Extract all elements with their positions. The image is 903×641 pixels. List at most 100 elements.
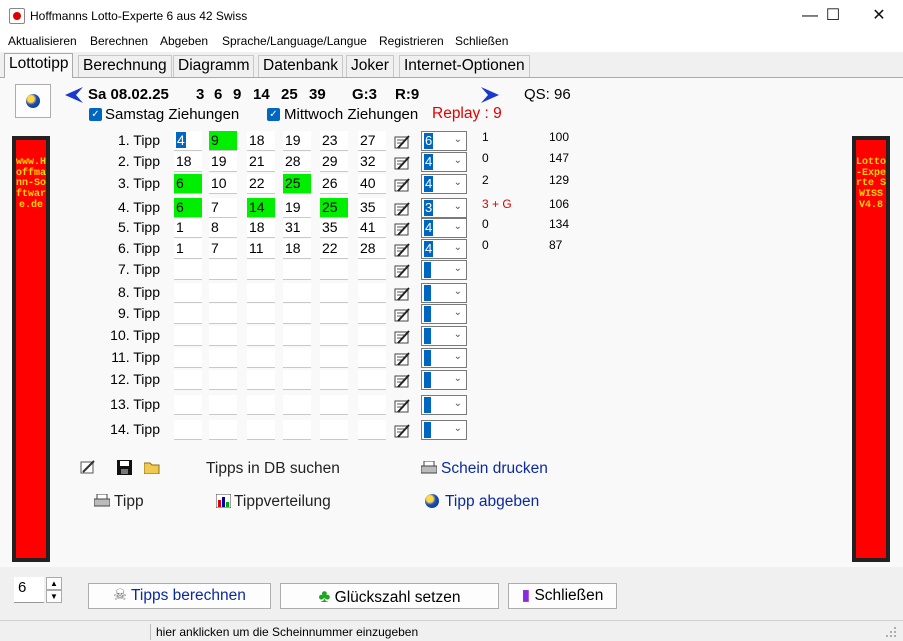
tip-number-cell[interactable]: 28 bbox=[358, 239, 386, 259]
tip-number-cell[interactable]: 35 bbox=[320, 218, 348, 238]
ticket-icon[interactable] bbox=[394, 398, 410, 414]
tip-number-cell[interactable]: 19 bbox=[283, 131, 311, 151]
tip-number-cell[interactable]: 4 bbox=[174, 131, 202, 151]
open-folder-icon[interactable] bbox=[144, 461, 160, 474]
ticket-icon[interactable] bbox=[394, 329, 410, 345]
tip-number-cell[interactable]: 22 bbox=[320, 239, 348, 259]
tip-number-cell[interactable]: 10 bbox=[209, 174, 237, 194]
tip-count-stepper[interactable]: 6 ▲ ▼ bbox=[14, 577, 62, 603]
mittwoch-checkbox[interactable]: ✓ bbox=[267, 108, 280, 121]
tip-number-cell[interactable]: 41 bbox=[358, 218, 386, 238]
tip-number-cell[interactable] bbox=[174, 348, 202, 368]
tipp-abgeben-link[interactable]: Tipp abgeben bbox=[445, 493, 539, 511]
ticket-icon[interactable] bbox=[394, 373, 410, 389]
ticket-icon[interactable] bbox=[394, 242, 410, 258]
tip-weight-dropdown[interactable]: ⌄ bbox=[421, 348, 467, 368]
ticket-icon[interactable] bbox=[394, 351, 410, 367]
tip-number-cell[interactable] bbox=[283, 348, 311, 368]
tip-number-cell[interactable]: 7 bbox=[209, 198, 237, 218]
menu-abgeben[interactable]: Abgeben bbox=[160, 34, 208, 48]
globe-button[interactable] bbox=[15, 84, 51, 118]
tip-number-cell[interactable] bbox=[358, 420, 386, 440]
tip-number-cell[interactable]: 18 bbox=[283, 239, 311, 259]
tip-number-cell[interactable]: 23 bbox=[320, 131, 348, 151]
ticket-icon[interactable] bbox=[394, 201, 410, 217]
tip-number-cell[interactable] bbox=[174, 326, 202, 346]
tip-number-cell[interactable]: 8 bbox=[209, 218, 237, 238]
tip-number-cell[interactable] bbox=[283, 370, 311, 390]
tip-number-cell[interactable]: 21 bbox=[247, 152, 275, 172]
tip-number-cell[interactable]: 25 bbox=[283, 174, 311, 194]
tab-berechnung[interactable]: Berechnung bbox=[78, 55, 172, 77]
samstag-checkbox[interactable]: ✓ bbox=[89, 108, 102, 121]
tip-number-cell[interactable] bbox=[358, 348, 386, 368]
tip-number-cell[interactable]: 1 bbox=[174, 239, 202, 259]
menu-aktualisieren[interactable]: Aktualisieren bbox=[8, 34, 77, 48]
ticket-icon[interactable] bbox=[394, 221, 410, 237]
tip-weight-dropdown[interactable]: 3 ⌄ bbox=[421, 198, 467, 218]
tip-number-cell[interactable] bbox=[247, 420, 275, 440]
tip-number-cell[interactable] bbox=[283, 420, 311, 440]
tip-number-cell[interactable]: 19 bbox=[209, 152, 237, 172]
ticket-icon[interactable] bbox=[394, 286, 410, 302]
ticket-icon[interactable] bbox=[394, 423, 410, 439]
tip-number-cell[interactable]: 32 bbox=[358, 152, 386, 172]
set-lucky-number-button[interactable]: ♣ Glückszahl setzen bbox=[280, 583, 499, 609]
tip-number-cell[interactable] bbox=[209, 395, 237, 415]
tip-weight-dropdown[interactable]: 4 ⌄ bbox=[421, 218, 467, 238]
tip-number-cell[interactable] bbox=[247, 370, 275, 390]
tip-number-cell[interactable]: 7 bbox=[209, 239, 237, 259]
tip-number-cell[interactable]: 31 bbox=[283, 218, 311, 238]
tip-number-cell[interactable]: 14 bbox=[247, 198, 275, 218]
tip-number-cell[interactable] bbox=[283, 395, 311, 415]
tab-diagramm[interactable]: Diagramm bbox=[173, 55, 255, 77]
tip-number-cell[interactable] bbox=[174, 260, 202, 280]
tip-number-cell[interactable] bbox=[358, 260, 386, 280]
tip-number-cell[interactable]: 25 bbox=[320, 198, 348, 218]
tip-weight-dropdown[interactable]: 4 ⌄ bbox=[421, 152, 467, 172]
tip-number-cell[interactable] bbox=[320, 260, 348, 280]
tip-number-cell[interactable]: 18 bbox=[247, 131, 275, 151]
left-website-banner[interactable]: www.Hoffmann-Software.de bbox=[12, 136, 50, 562]
prev-draw-arrow-icon[interactable] bbox=[65, 87, 83, 103]
menu-schliessen[interactable]: Schließen bbox=[455, 34, 508, 48]
tip-number-cell[interactable] bbox=[358, 395, 386, 415]
tip-number-cell[interactable]: 1 bbox=[174, 218, 202, 238]
tip-weight-dropdown[interactable]: ⌄ bbox=[421, 283, 467, 303]
tip-number-cell[interactable]: 28 bbox=[283, 152, 311, 172]
calculate-tips-button[interactable]: ☠ Tipps berechnen bbox=[88, 583, 271, 609]
tab-lottotipp[interactable]: Lottotipp bbox=[4, 53, 74, 78]
tip-number-cell[interactable] bbox=[320, 283, 348, 303]
tab-internet-optionen[interactable]: Internet-Optionen bbox=[399, 55, 530, 77]
tip-number-cell[interactable] bbox=[320, 304, 348, 324]
tip-number-cell[interactable]: 6 bbox=[174, 198, 202, 218]
ticket-icon[interactable] bbox=[394, 263, 410, 279]
tip-weight-dropdown[interactable]: 4 ⌄ bbox=[421, 174, 467, 194]
tip-number-cell[interactable] bbox=[358, 326, 386, 346]
ticket-icon[interactable] bbox=[394, 134, 410, 150]
tip-number-cell[interactable]: 26 bbox=[320, 174, 348, 194]
save-icon[interactable] bbox=[117, 460, 132, 475]
ticket-icon[interactable] bbox=[394, 155, 410, 171]
tip-number-cell[interactable]: 9 bbox=[209, 131, 237, 151]
tip-number-cell[interactable]: 6 bbox=[174, 174, 202, 194]
tip-number-cell[interactable] bbox=[320, 326, 348, 346]
tip-number-cell[interactable] bbox=[358, 304, 386, 324]
menu-berechnen[interactable]: Berechnen bbox=[90, 34, 148, 48]
tip-number-cell[interactable]: 40 bbox=[358, 174, 386, 194]
tip-number-cell[interactable]: 11 bbox=[247, 239, 275, 259]
maximize-button[interactable]: ☐ bbox=[810, 0, 856, 32]
tip-number-cell[interactable]: 18 bbox=[174, 152, 202, 172]
tip-number-cell[interactable] bbox=[174, 283, 202, 303]
tip-number-cell[interactable] bbox=[283, 283, 311, 303]
resize-grip-icon[interactable] bbox=[885, 626, 897, 638]
spin-up-button[interactable]: ▲ bbox=[46, 577, 62, 590]
menu-registrieren[interactable]: Registrieren bbox=[379, 34, 444, 48]
tip-weight-dropdown[interactable]: ⌄ bbox=[421, 260, 467, 280]
tip-number-cell[interactable] bbox=[209, 304, 237, 324]
tip-number-cell[interactable] bbox=[358, 370, 386, 390]
tip-number-cell[interactable]: 29 bbox=[320, 152, 348, 172]
tip-number-cell[interactable]: 35 bbox=[358, 198, 386, 218]
tip-weight-dropdown[interactable]: ⌄ bbox=[421, 304, 467, 324]
tip-weight-dropdown[interactable]: ⌄ bbox=[421, 395, 467, 415]
